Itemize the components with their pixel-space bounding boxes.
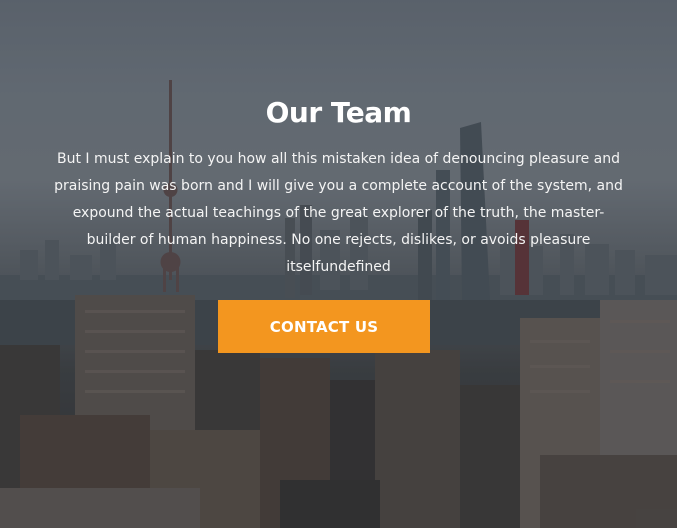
section-description: But I must explain to you how all this m… xyxy=(54,151,623,275)
hero-content: Our Team But I must explain to you how a… xyxy=(0,0,677,528)
contact-us-button[interactable]: CONTACT US xyxy=(218,300,430,353)
section-title: Our Team xyxy=(265,96,412,129)
hero-section: Our Team But I must explain to you how a… xyxy=(0,0,677,528)
